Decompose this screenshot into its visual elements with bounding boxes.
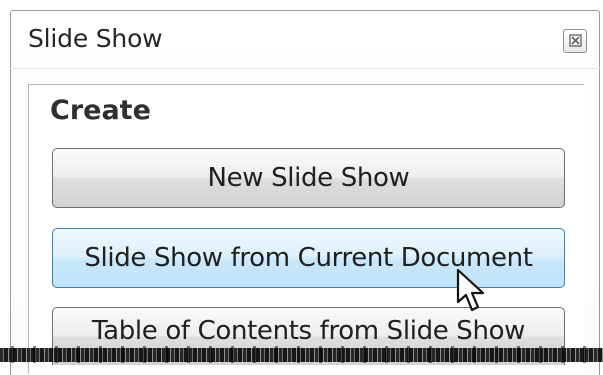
new-slide-show-button[interactable]: New Slide Show: [52, 148, 565, 208]
create-section-title: Create: [50, 95, 151, 126]
table-of-contents-from-slide-show-label: Table of Contents from Slide Show: [91, 316, 526, 346]
slide-show-panel: Slide Show Create New Slide Show Slide S…: [0, 0, 603, 375]
footer-noise-band: [0, 344, 603, 365]
slide-show-from-current-document-button[interactable]: Slide Show from Current Document: [52, 228, 565, 288]
title-divider: [10, 68, 600, 69]
mouse-cursor-icon: [454, 268, 488, 316]
close-button[interactable]: [563, 29, 587, 53]
close-icon: [568, 32, 582, 51]
panel-title: Slide Show: [28, 24, 163, 53]
new-slide-show-label: New Slide Show: [207, 163, 410, 193]
